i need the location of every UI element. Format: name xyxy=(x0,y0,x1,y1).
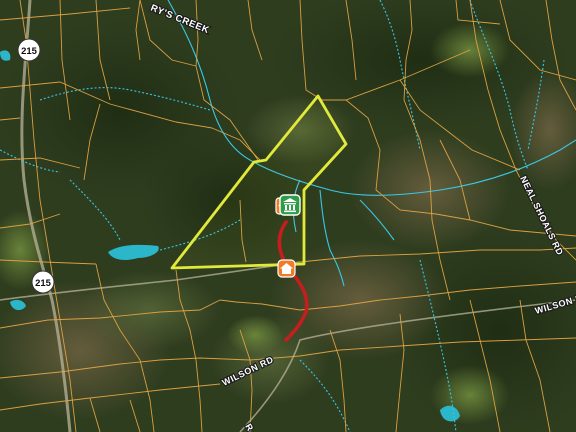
bank-marker[interactable] xyxy=(279,194,301,216)
svg-text:215: 215 xyxy=(21,46,38,57)
map-view[interactable]: RY'S CREEK NEAL SHOALS RD WILSON RD WILS… xyxy=(0,0,576,432)
satellite-map: RY'S CREEK NEAL SHOALS RD WILSON RD WILS… xyxy=(0,0,576,432)
home-marker-2[interactable] xyxy=(277,259,296,278)
highway-shield-mid: 215 xyxy=(31,270,55,294)
highway-shield-top: 215 xyxy=(17,38,41,62)
svg-text:215: 215 xyxy=(35,278,52,289)
